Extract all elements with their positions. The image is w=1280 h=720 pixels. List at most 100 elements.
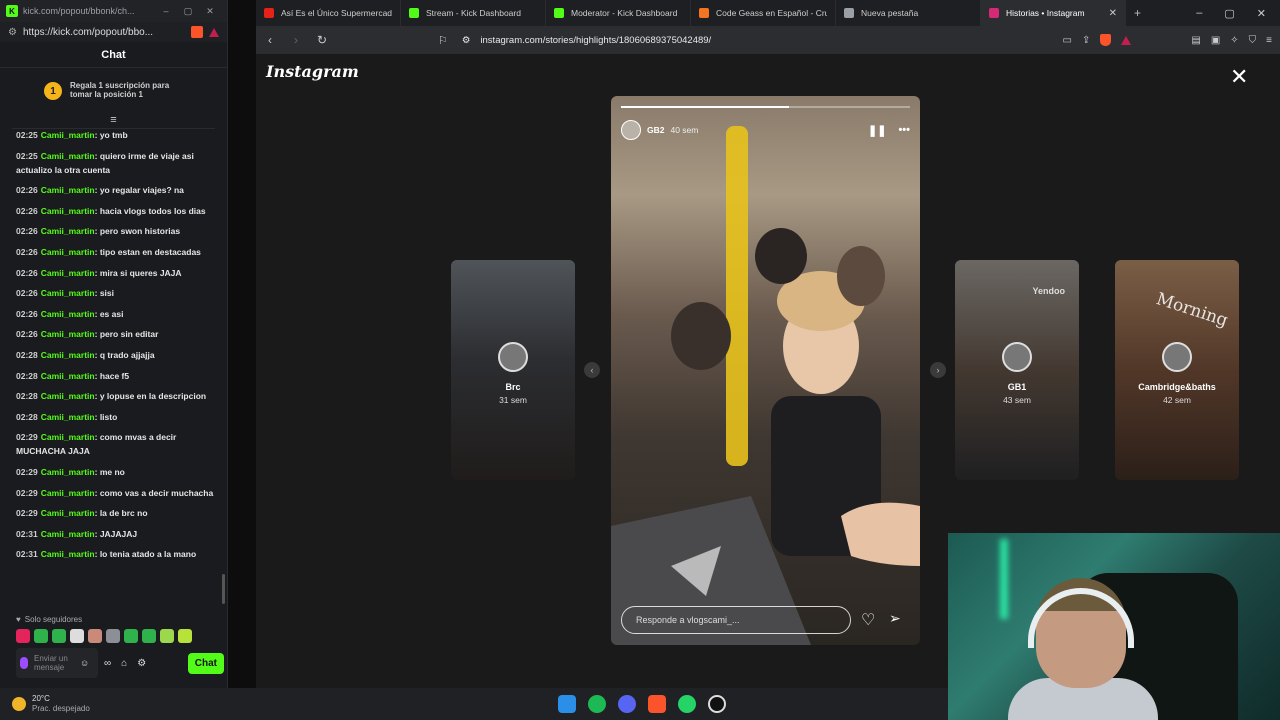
previous-story-arrow[interactable]: ‹: [584, 362, 600, 378]
message-username[interactable]: Camii_martin: [41, 412, 95, 422]
message-username[interactable]: Camii_martin: [41, 151, 95, 161]
story-reply-input[interactable]: Responde a vlogscami_...: [621, 606, 851, 634]
emote-icon[interactable]: [178, 629, 192, 643]
led-light: [1000, 539, 1008, 619]
brave-rewards-icon[interactable]: [1121, 35, 1132, 45]
tab-close-icon[interactable]: ✕: [1109, 8, 1117, 19]
address-bar[interactable]: ⚙ instagram.com/stories/highlights/18060…: [462, 35, 1049, 46]
message-username[interactable]: Camii_martin: [41, 488, 95, 498]
close-icon[interactable]: ✕: [1257, 7, 1266, 20]
site-settings-icon[interactable]: ⚙: [462, 35, 471, 46]
close-stories-icon[interactable]: ✕: [1230, 66, 1248, 88]
story-owner-name[interactable]: GB2: [647, 125, 664, 135]
maximize-icon[interactable]: ▢: [177, 6, 199, 17]
side-story-card[interactable]: Yendoo GB1 43 sem: [955, 260, 1079, 480]
message-username[interactable]: Camii_martin: [41, 185, 95, 195]
weather-widget[interactable]: 20°C Prac. despejado: [12, 694, 90, 714]
minimize-icon[interactable]: –: [155, 6, 177, 16]
share-icon[interactable]: ⇪: [1082, 35, 1090, 46]
instagram-logo[interactable]: Instagram: [266, 62, 359, 81]
minimize-icon[interactable]: –: [1196, 7, 1202, 20]
sidebar-icon[interactable]: ▤: [1191, 35, 1200, 46]
message-username[interactable]: Camii_martin: [41, 467, 95, 477]
message-username[interactable]: Camii_martin: [41, 350, 95, 360]
chat-message-input[interactable]: Enviar un mensaje ☺: [16, 648, 98, 678]
emote-icon[interactable]: [124, 629, 138, 643]
emote-icon[interactable]: [142, 629, 156, 643]
message-username[interactable]: Camii_martin: [41, 549, 95, 559]
site-info-icon[interactable]: ⚙: [8, 27, 17, 38]
message-username[interactable]: Camii_martin: [41, 130, 95, 140]
message-text: hace f5: [99, 370, 130, 381]
send-chat-button[interactable]: Chat: [187, 652, 224, 674]
message-username[interactable]: Camii_martin: [41, 371, 95, 381]
reload-icon[interactable]: ↻: [316, 33, 328, 47]
message-username[interactable]: Camii_martin: [41, 288, 95, 298]
emote-icon[interactable]: [34, 629, 48, 643]
emoji-icon[interactable]: ☺: [80, 658, 89, 668]
browser-tab[interactable]: Nueva pestaña: [836, 0, 981, 26]
chat-scrollbar[interactable]: [222, 574, 225, 604]
close-icon[interactable]: ✕: [199, 6, 221, 17]
message-username[interactable]: Camii_martin: [41, 268, 95, 278]
brave-browser-icon[interactable]: [648, 695, 666, 713]
chat-message: 02:28 Camii_martin: q trado ajjajja: [16, 348, 216, 362]
message-username[interactable]: Camii_martin: [41, 529, 95, 539]
settings-gear-icon[interactable]: ⚙: [137, 658, 146, 669]
side-story-card[interactable]: Brc 31 sem: [451, 260, 575, 480]
microphone-icon[interactable]: [20, 657, 28, 669]
emote-icon[interactable]: [70, 629, 84, 643]
wallet-icon[interactable]: ▣: [1211, 35, 1220, 46]
current-story[interactable]: GB2 40 sem ❚❚ ••• Responde a vlogscami_.…: [611, 96, 920, 645]
browser-tab[interactable]: Historias • Instagram ✕: [981, 0, 1126, 26]
brave-shield-icon[interactable]: [191, 26, 203, 38]
next-story-arrow[interactable]: ›: [930, 362, 946, 378]
send-icon[interactable]: ➢: [889, 610, 901, 627]
chat-message: 02:29 Camii_martin: como vas a decir much…: [16, 486, 216, 500]
story-owner-avatar[interactable]: [621, 120, 641, 140]
message-username[interactable]: Camii_martin: [41, 391, 95, 401]
emote-icon[interactable]: [88, 629, 102, 643]
message-username[interactable]: Camii_martin: [41, 329, 95, 339]
chat-window-url[interactable]: https://kick.com/popout/bbo...: [23, 27, 187, 38]
pause-icon[interactable]: ❚❚: [868, 124, 886, 137]
store-icon[interactable]: ⌂: [121, 658, 127, 669]
message-username[interactable]: Camii_martin: [41, 508, 95, 518]
address-bar-url[interactable]: instagram.com/stories/highlights/1806068…: [480, 35, 711, 46]
browser-tab[interactable]: Code Geass en Español - Crunc: [691, 0, 836, 26]
maximize-icon[interactable]: ▢: [1224, 7, 1234, 20]
browser-tab[interactable]: Moderator - Kick Dashboard: [546, 0, 691, 26]
emote-icon[interactable]: [106, 629, 120, 643]
more-options-icon[interactable]: •••: [898, 124, 910, 137]
emote-icon[interactable]: [160, 629, 174, 643]
emote-icon[interactable]: [16, 629, 30, 643]
obs-icon[interactable]: [708, 695, 726, 713]
pinned-collapse-icon[interactable]: ≡: [0, 114, 227, 126]
browser-tab[interactable]: Stream - Kick Dashboard: [401, 0, 546, 26]
back-icon[interactable]: ‹: [264, 33, 276, 47]
side-story-card[interactable]: Morning Cambridge&baths 42 sem: [1115, 260, 1239, 480]
forward-icon[interactable]: ›: [290, 33, 302, 47]
message-username[interactable]: Camii_martin: [41, 309, 95, 319]
brave-shield-icon[interactable]: [1100, 34, 1112, 46]
discord-icon[interactable]: [618, 695, 636, 713]
message-username[interactable]: Camii_martin: [41, 247, 95, 257]
spotify-icon[interactable]: [588, 695, 606, 713]
brave-rewards-icon[interactable]: [209, 27, 219, 37]
message-username[interactable]: Camii_martin: [41, 432, 95, 442]
emote-icon[interactable]: [52, 629, 66, 643]
vpn-icon[interactable]: ⛉: [1249, 35, 1257, 46]
new-tab-icon[interactable]: +: [1134, 6, 1141, 20]
extensions-icon[interactable]: ✧: [1230, 35, 1238, 46]
whatsapp-icon[interactable]: [678, 695, 696, 713]
gift-sub-promo[interactable]: 1 Regala 1 suscripción para tomar la pos…: [8, 74, 219, 108]
bookmark-icon[interactable]: ⚐: [438, 34, 448, 47]
windows-start-icon[interactable]: [558, 695, 576, 713]
points-icon[interactable]: ∞: [104, 658, 111, 669]
browser-tab[interactable]: Así Es el Único Supermercado P: [256, 0, 401, 26]
like-heart-icon[interactable]: ♡: [861, 610, 875, 630]
message-username[interactable]: Camii_martin: [41, 226, 95, 236]
cast-icon[interactable]: ▭: [1063, 35, 1072, 46]
menu-icon[interactable]: ≡: [1266, 35, 1272, 46]
message-username[interactable]: Camii_martin: [41, 206, 95, 216]
